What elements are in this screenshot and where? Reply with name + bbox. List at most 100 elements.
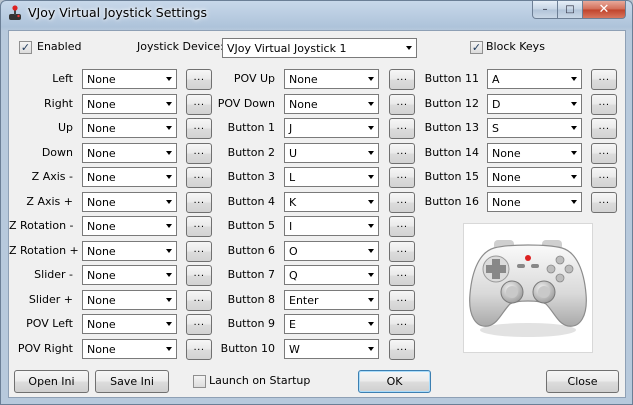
- browse-button[interactable]: ...: [389, 339, 415, 360]
- mapping-value: None: [87, 195, 116, 209]
- mapping-select[interactable]: D: [487, 94, 582, 114]
- browse-button[interactable]: ...: [591, 118, 617, 139]
- browse-button[interactable]: ...: [186, 314, 212, 335]
- chevron-down-icon: [162, 193, 176, 211]
- chevron-down-icon: [364, 193, 378, 211]
- browse-button[interactable]: ...: [591, 143, 617, 164]
- mapping-select[interactable]: None: [82, 118, 177, 138]
- mapping-select[interactable]: U: [284, 143, 379, 163]
- chevron-down-icon: [162, 144, 176, 162]
- mapping-value: None: [87, 121, 116, 135]
- browse-button[interactable]: ...: [186, 192, 212, 213]
- mapping-select[interactable]: A: [487, 69, 582, 89]
- title-bar[interactable]: VJoy Virtual Joystick Settings – □ ✕: [1, 1, 632, 27]
- mapping-select[interactable]: None: [82, 69, 177, 89]
- mapping-select[interactable]: None: [284, 69, 379, 89]
- mapping-label: Button 6: [227, 244, 275, 257]
- browse-button[interactable]: ...: [389, 94, 415, 115]
- mapping-value: K: [289, 195, 297, 209]
- mapping-select[interactable]: None: [82, 314, 177, 334]
- mapping-select[interactable]: None: [82, 241, 177, 261]
- browse-button[interactable]: ...: [389, 69, 415, 90]
- mapping-select[interactable]: None: [487, 167, 582, 187]
- chevron-down-icon: [567, 119, 581, 137]
- minimize-icon: –: [542, 4, 548, 15]
- mapping-value: J: [289, 121, 293, 135]
- mapping-select[interactable]: E: [284, 314, 379, 334]
- mapping-value: E: [289, 317, 296, 331]
- joystick-device-select[interactable]: VJoy Virtual Joystick 1: [222, 38, 417, 58]
- browse-button[interactable]: ...: [591, 192, 617, 213]
- mapping-select[interactable]: None: [82, 265, 177, 285]
- launch-on-startup-checkbox[interactable]: [193, 375, 206, 388]
- browse-button[interactable]: ...: [186, 69, 212, 90]
- browse-button[interactable]: ...: [591, 167, 617, 188]
- browse-button[interactable]: ...: [389, 216, 415, 237]
- browse-button[interactable]: ...: [389, 265, 415, 286]
- mapping-label: Button 2: [227, 146, 275, 159]
- browse-button[interactable]: ...: [389, 118, 415, 139]
- mapping-select[interactable]: J: [284, 118, 379, 138]
- chevron-down-icon: [567, 144, 581, 162]
- mapping-select[interactable]: None: [82, 167, 177, 187]
- browse-button[interactable]: ...: [591, 69, 617, 90]
- settings-window: VJoy Virtual Joystick Settings – □ ✕ ✓ E…: [0, 0, 633, 405]
- mapping-select[interactable]: W: [284, 339, 379, 359]
- browse-button[interactable]: ...: [186, 265, 212, 286]
- browse-button[interactable]: ...: [186, 167, 212, 188]
- browse-button[interactable]: ...: [389, 290, 415, 311]
- browse-button[interactable]: ...: [186, 216, 212, 237]
- browse-button[interactable]: ...: [389, 314, 415, 335]
- mapping-value: None: [492, 170, 521, 184]
- mapping-select[interactable]: None: [284, 94, 379, 114]
- browse-button[interactable]: ...: [389, 241, 415, 262]
- gamepad-image-frame: [463, 223, 593, 353]
- browse-button[interactable]: ...: [186, 94, 212, 115]
- mapping-select[interactable]: None: [82, 339, 177, 359]
- mapping-select[interactable]: K: [284, 192, 379, 212]
- save-ini-button[interactable]: Save Ini: [95, 370, 169, 393]
- browse-button[interactable]: ...: [389, 167, 415, 188]
- mapping-select[interactable]: Q: [284, 265, 379, 285]
- maximize-button[interactable]: □: [558, 1, 583, 19]
- mapping-select[interactable]: None: [487, 143, 582, 163]
- mapping-select[interactable]: None: [82, 216, 177, 236]
- launch-on-startup-label: Launch on Startup: [209, 374, 311, 387]
- block-keys-checkbox[interactable]: ✓: [470, 41, 483, 54]
- mapping-select[interactable]: L: [284, 167, 379, 187]
- mapping-label: Z Axis +: [26, 195, 73, 208]
- browse-button[interactable]: ...: [591, 94, 617, 115]
- enabled-checkbox[interactable]: ✓: [19, 41, 32, 54]
- open-ini-button[interactable]: Open Ini: [14, 370, 89, 393]
- close-window-button[interactable]: ✕: [583, 1, 626, 19]
- minimize-button[interactable]: –: [532, 1, 558, 19]
- mapping-select[interactable]: None: [82, 94, 177, 114]
- mapping-label: Button 9: [227, 317, 275, 330]
- browse-button[interactable]: ...: [186, 339, 212, 360]
- mapping-select[interactable]: None: [82, 290, 177, 310]
- mapping-value: Enter: [289, 293, 319, 307]
- mapping-select[interactable]: O: [284, 241, 379, 261]
- chevron-down-icon: [162, 242, 176, 260]
- browse-button[interactable]: ...: [389, 143, 415, 164]
- mapping-select[interactable]: S: [487, 118, 582, 138]
- mapping-value: None: [87, 219, 116, 233]
- mapping-label: Button 3: [227, 170, 275, 183]
- chevron-down-icon: [567, 193, 581, 211]
- mapping-value: O: [289, 244, 298, 258]
- ok-button[interactable]: OK: [358, 370, 431, 393]
- mapping-select[interactable]: I: [284, 216, 379, 236]
- browse-button[interactable]: ...: [389, 192, 415, 213]
- browse-button[interactable]: ...: [186, 118, 212, 139]
- mapping-label: Button 10: [220, 342, 275, 355]
- mapping-label: POV Left: [26, 317, 73, 330]
- mapping-value: None: [87, 293, 116, 307]
- browse-button[interactable]: ...: [186, 143, 212, 164]
- close-button[interactable]: Close: [546, 370, 619, 393]
- mapping-select[interactable]: None: [82, 192, 177, 212]
- mapping-select[interactable]: None: [82, 143, 177, 163]
- mapping-select[interactable]: Enter: [284, 290, 379, 310]
- browse-button[interactable]: ...: [186, 241, 212, 262]
- browse-button[interactable]: ...: [186, 290, 212, 311]
- mapping-select[interactable]: None: [487, 192, 582, 212]
